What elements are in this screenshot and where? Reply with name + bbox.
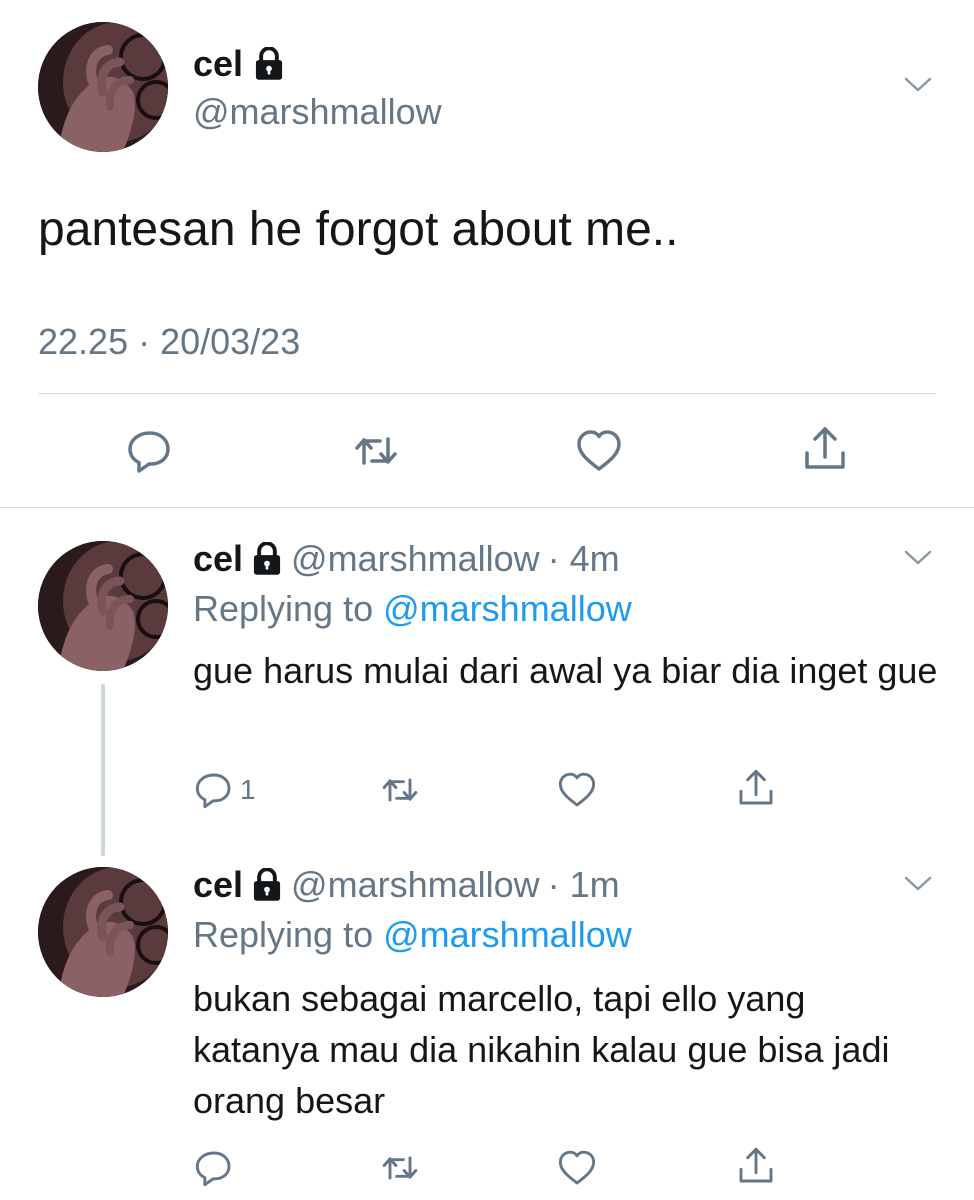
chevron-down-icon[interactable] xyxy=(903,75,933,95)
author-handle[interactable]: @marshmallow xyxy=(193,90,442,134)
like-icon xyxy=(557,770,597,810)
retweet-icon xyxy=(352,427,400,475)
author-handle[interactable]: @marshmallow xyxy=(291,537,540,581)
reply-icon xyxy=(194,770,234,810)
reply-icon xyxy=(194,1148,234,1188)
avatar-image xyxy=(38,867,168,997)
avatar-image xyxy=(38,541,168,671)
like-button[interactable] xyxy=(575,427,623,475)
like-button[interactable] xyxy=(557,770,597,810)
author-handle[interactable]: @marshmallow xyxy=(291,863,540,907)
divider xyxy=(0,507,974,508)
tweet-text: gue harus mulai dari awal ya biar dia in… xyxy=(193,650,938,691)
retweet-icon xyxy=(380,1148,420,1188)
lock-icon xyxy=(253,47,285,81)
share-button[interactable] xyxy=(736,1146,776,1186)
lock-icon xyxy=(251,542,283,576)
share-icon xyxy=(801,425,849,473)
chevron-down-icon[interactable] xyxy=(903,548,933,568)
avatar-image xyxy=(38,22,168,152)
tweet-timestamp: 22.25 · 20/03/23 xyxy=(38,320,300,364)
reply-button[interactable] xyxy=(126,427,174,475)
tweet-age: · 1m xyxy=(547,864,620,905)
retweet-button[interactable] xyxy=(380,770,420,810)
author-name-row: cel xyxy=(193,42,285,86)
retweet-icon xyxy=(380,770,420,810)
tweet-text: pantesan he forgot about me.. xyxy=(38,203,679,256)
tweet-age: · 4m xyxy=(547,538,620,579)
replying-to-label: Replying to xyxy=(193,588,374,629)
author-name[interactable]: cel xyxy=(193,537,243,581)
replying-to: Replying to @marshmallow xyxy=(193,587,632,631)
retweet-button[interactable] xyxy=(352,427,400,475)
tweet-date: 20/03/23 xyxy=(160,321,301,362)
timestamp-separator: · xyxy=(138,321,151,362)
reply-icon xyxy=(126,427,174,475)
author-name[interactable]: cel xyxy=(193,863,243,907)
like-icon xyxy=(575,427,623,475)
avatar[interactable] xyxy=(38,22,168,152)
reply-header: cel @marshmallow · 1m xyxy=(193,863,620,907)
reply-count: 1 xyxy=(240,774,256,805)
tweet-actions xyxy=(0,1146,974,1190)
share-icon xyxy=(736,768,776,808)
divider xyxy=(38,393,936,394)
reply-button[interactable]: 1 xyxy=(194,770,256,810)
reply-button[interactable] xyxy=(194,1148,234,1188)
lock-icon xyxy=(251,868,283,902)
replying-to-handle[interactable]: @marshmallow xyxy=(383,588,632,629)
share-button[interactable] xyxy=(801,425,849,473)
replying-to: Replying to @marshmallow xyxy=(193,913,632,957)
avatar[interactable] xyxy=(38,541,168,671)
avatar[interactable] xyxy=(38,867,168,997)
replying-to-handle[interactable]: @marshmallow xyxy=(383,914,632,955)
chevron-down-icon[interactable] xyxy=(903,874,933,894)
reply-header: cel @marshmallow · 4m xyxy=(193,537,620,581)
tweet-time: 22.25 xyxy=(38,321,129,362)
author-name[interactable]: cel xyxy=(193,42,243,86)
like-icon xyxy=(557,1148,597,1188)
retweet-button[interactable] xyxy=(380,1148,420,1188)
like-button[interactable] xyxy=(557,1148,597,1188)
replying-to-label: Replying to xyxy=(193,914,374,955)
tweet-actions: 1 xyxy=(0,768,974,812)
tweet-text: bukan sebagai marcello, tapi ello yang k… xyxy=(193,978,890,1121)
tweet-actions xyxy=(0,425,974,477)
share-button[interactable] xyxy=(736,768,776,808)
share-icon xyxy=(736,1146,776,1186)
